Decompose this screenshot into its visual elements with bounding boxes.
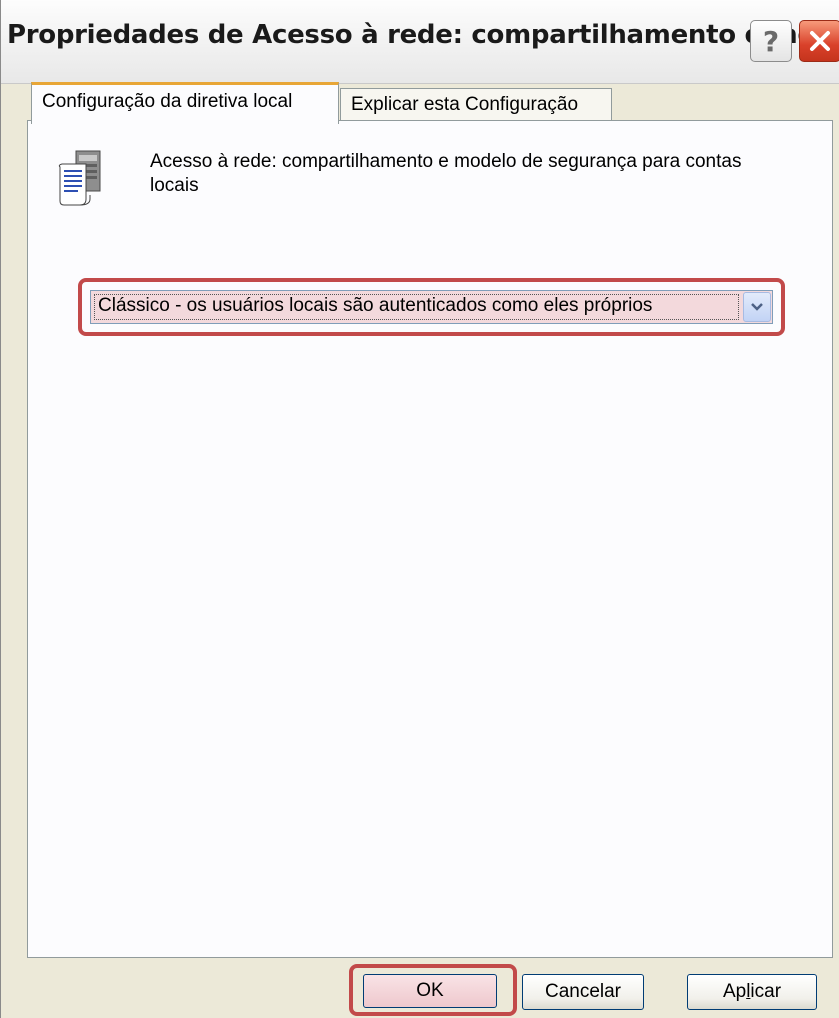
dialog-window: Propriedades de Acesso à rede: compartil… (0, 0, 839, 1018)
tab-label: Configuração da diretiva local (42, 91, 293, 112)
title-bar[interactable]: Propriedades de Acesso à rede: compartil… (1, 0, 839, 84)
help-icon: ? (762, 24, 780, 58)
apply-label-end: icar (750, 981, 782, 1002)
help-button[interactable]: ? (750, 20, 792, 62)
tab-explain-setting[interactable]: Explicar esta Configuração (340, 88, 612, 122)
tab-label: Explicar esta Configuração (351, 94, 579, 115)
security-model-dropdown[interactable]: Clássico - os usuários locais são autent… (90, 290, 773, 324)
tab-local-policy-setting[interactable]: Configuração da diretiva local (31, 82, 339, 124)
chevron-down-icon (751, 303, 763, 311)
cancel-button[interactable]: Cancelar (522, 974, 644, 1010)
dropdown-selected-value: Clássico - os usuários locais são autent… (92, 292, 741, 322)
dropdown-button[interactable] (743, 292, 771, 322)
close-button[interactable] (799, 20, 839, 62)
policy-name: Acesso à rede: compartilhamento e modelo… (150, 151, 742, 196)
window-title: Propriedades de Acesso à rede: compartil… (7, 20, 839, 50)
dropdown-highlight: Clássico - os usuários locais são autent… (78, 278, 785, 336)
policy-document-icon (58, 150, 101, 206)
tab-panel: Acesso à rede: compartilhamento e modelo… (27, 120, 833, 958)
apply-button[interactable]: Ap l icar (687, 974, 817, 1010)
apply-label-start: Ap (722, 981, 747, 1002)
close-icon (810, 31, 830, 51)
ok-button[interactable]: OK (363, 974, 497, 1008)
